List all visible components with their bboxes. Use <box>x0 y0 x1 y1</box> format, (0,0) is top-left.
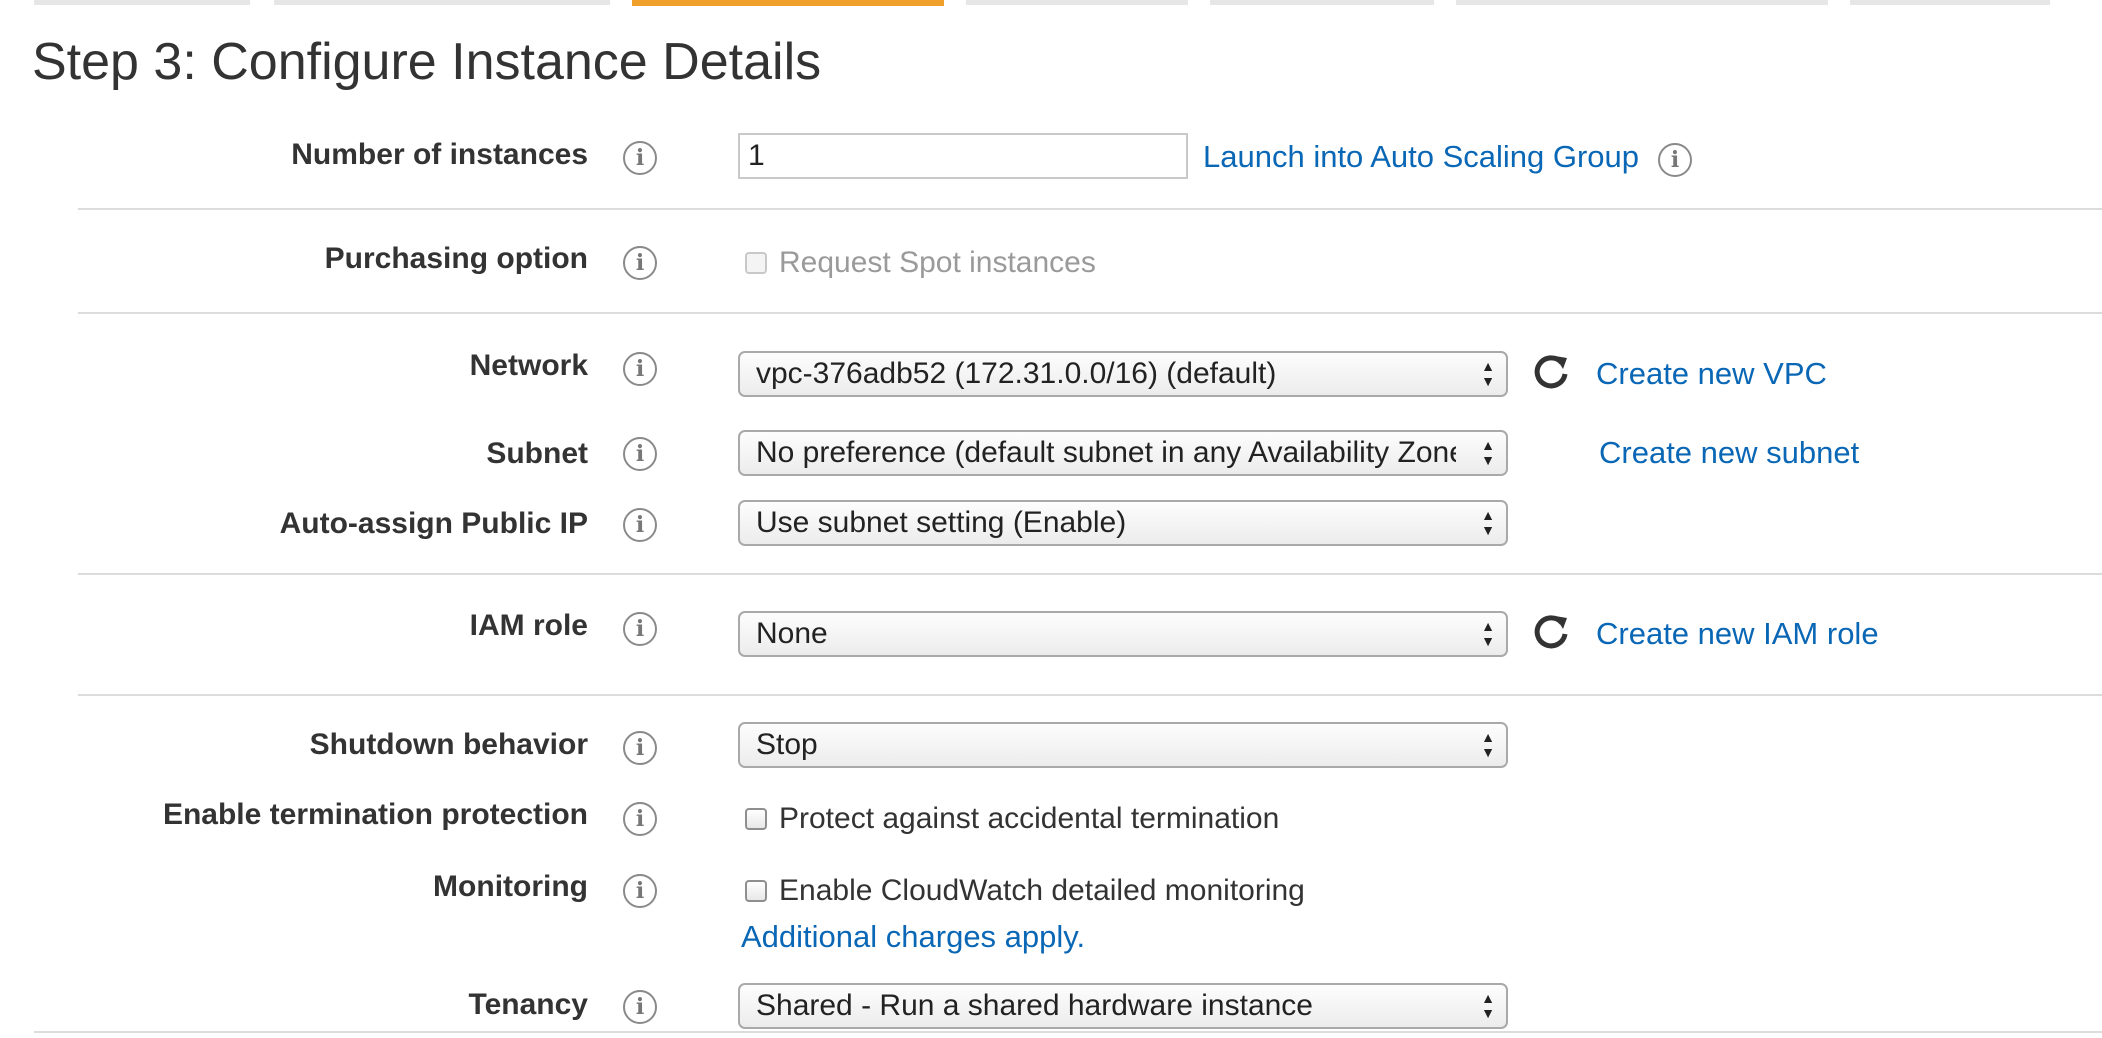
select-arrows-icon: ▲ ▼ <box>1481 358 1495 389</box>
create-subnet-link[interactable]: Create new subnet <box>1599 434 1859 472</box>
cloudwatch-monitoring-label: Enable CloudWatch detailed monitoring <box>779 874 1305 907</box>
public-ip-selected: Use subnet setting (Enable) <box>756 506 1127 539</box>
public-ip-select[interactable]: Use subnet setting (Enable) ▲ ▼ <box>738 500 1508 546</box>
step-tab[interactable] <box>34 0 250 5</box>
network-selected: vpc-376adb52 (172.31.0.0/16) (default) <box>756 357 1277 390</box>
shutdown-select[interactable]: Stop ▲ ▼ <box>738 722 1508 768</box>
info-icon[interactable]: i <box>623 731 657 765</box>
step-tab[interactable] <box>1210 0 1434 5</box>
iam-selected: None <box>756 617 828 650</box>
monitoring-label: Monitoring <box>433 870 588 903</box>
info-icon[interactable]: i <box>1658 143 1692 177</box>
cloudwatch-monitoring-checkbox[interactable] <box>745 880 767 902</box>
info-icon[interactable]: i <box>623 508 657 542</box>
info-icon[interactable]: i <box>623 802 657 836</box>
instances-input[interactable]: 1 <box>738 133 1188 179</box>
iam-label: IAM role <box>469 609 588 642</box>
select-arrows-icon: ▲ ▼ <box>1481 618 1495 649</box>
step-tab[interactable] <box>966 0 1188 5</box>
info-icon[interactable]: i <box>623 141 657 175</box>
info-icon[interactable]: i <box>623 352 657 386</box>
termination-protection-label: Protect against accidental termination <box>779 802 1280 835</box>
select-arrows-icon: ▲ ▼ <box>1481 990 1495 1021</box>
page-title: Step 3: Configure Instance Details <box>32 33 822 91</box>
instances-label: Number of instances <box>291 138 588 171</box>
tenancy-selected: Shared - Run a shared hardware instance <box>756 989 1313 1022</box>
refresh-icon[interactable] <box>1531 612 1571 652</box>
tenancy-label: Tenancy <box>468 988 589 1021</box>
create-iam-role-link[interactable]: Create new IAM role <box>1596 615 1879 653</box>
divider <box>78 312 2102 314</box>
subnet-label: Subnet <box>486 437 588 470</box>
divider <box>78 208 2102 210</box>
spot-instances-label: Request Spot instances <box>779 246 1096 279</box>
create-vpc-link[interactable]: Create new VPC <box>1596 355 1827 393</box>
iam-select[interactable]: None ▲ ▼ <box>738 611 1508 657</box>
shutdown-selected: Stop <box>756 728 818 761</box>
network-label: Network <box>469 349 588 382</box>
info-icon[interactable]: i <box>623 990 657 1024</box>
step-tab[interactable] <box>1850 0 2050 5</box>
info-icon[interactable]: i <box>623 874 657 908</box>
step-tab-active[interactable] <box>632 0 944 6</box>
info-icon[interactable]: i <box>623 612 657 646</box>
subnet-select[interactable]: No preference (default subnet in any Ava… <box>738 430 1508 476</box>
purchasing-label: Purchasing option <box>324 242 588 275</box>
shutdown-label: Shutdown behavior <box>309 728 588 761</box>
tenancy-select[interactable]: Shared - Run a shared hardware instance … <box>738 983 1508 1029</box>
select-arrows-icon: ▲ ▼ <box>1481 507 1495 538</box>
configure-instance-page: Step 3: Configure Instance Details Numbe… <box>0 0 2102 1038</box>
select-arrows-icon: ▲ ▼ <box>1481 437 1495 468</box>
spot-instances-checkbox[interactable] <box>745 252 767 274</box>
divider <box>78 694 2102 696</box>
info-icon[interactable]: i <box>623 437 657 471</box>
network-select[interactable]: vpc-376adb52 (172.31.0.0/16) (default) ▲… <box>738 351 1508 397</box>
subnet-selected: No preference (default subnet in any Ava… <box>756 436 1456 469</box>
termination-label: Enable termination protection <box>162 798 588 831</box>
divider <box>34 1031 2102 1033</box>
auto-scaling-link[interactable]: Launch into Auto Scaling Group <box>1203 138 1639 176</box>
public-ip-label: Auto-assign Public IP <box>279 507 588 540</box>
select-arrows-icon: ▲ ▼ <box>1481 729 1495 760</box>
step-tab[interactable] <box>274 0 610 5</box>
termination-protection-checkbox[interactable] <box>745 808 767 830</box>
refresh-icon[interactable] <box>1531 352 1571 392</box>
info-icon[interactable]: i <box>623 246 657 280</box>
step-tab[interactable] <box>1456 0 1828 5</box>
additional-charges-link[interactable]: Additional charges apply. <box>741 918 1085 956</box>
wizard-step-tabs <box>0 0 2102 8</box>
divider <box>78 573 2102 575</box>
